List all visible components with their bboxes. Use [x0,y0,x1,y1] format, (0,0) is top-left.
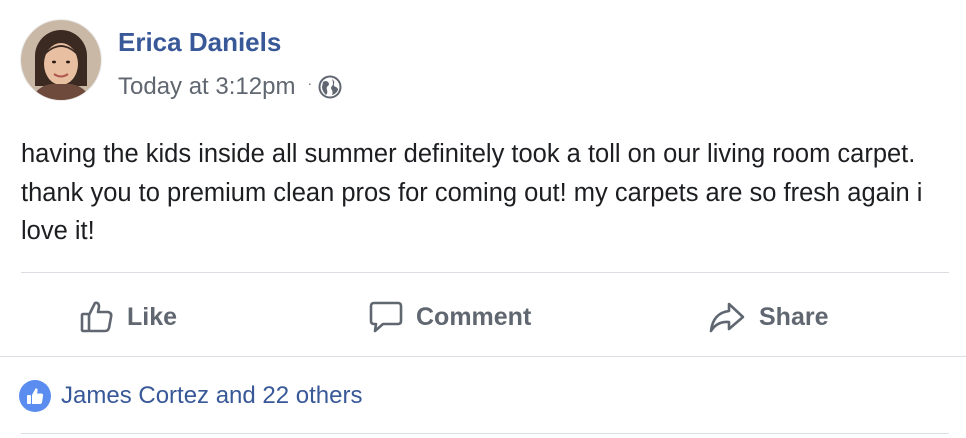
author-name[interactable]: Erica Daniels [118,27,281,58]
post-text: having the kids inside all summer defini… [21,140,923,245]
like-label: Like [127,302,178,331]
share-arrow-icon [709,302,745,333]
avatar-photo [21,20,101,100]
share-button[interactable]: Share [707,296,828,338]
reactions-summary[interactable]: James Cortez and 22 others [19,380,363,412]
like-badge-icon [19,380,51,412]
post-timestamp[interactable]: Today at 3:12pm [118,73,295,101]
post-meta: Today at 3:12pm · [118,73,342,101]
reactions-text[interactable]: James Cortez and 22 others [61,382,363,410]
globe-icon[interactable] [318,75,342,99]
like-button[interactable]: Like [79,296,177,338]
thumbs-up-icon [80,301,113,333]
speech-bubble-icon [369,301,403,333]
share-label: Share [759,302,829,331]
divider-bottom [0,356,966,357]
divider-footer [21,433,949,434]
divider-top [21,272,949,273]
comment-button[interactable]: Comment [368,296,531,338]
comment-label: Comment [416,302,532,331]
author-avatar[interactable] [21,20,101,100]
meta-separator: · [307,75,313,91]
